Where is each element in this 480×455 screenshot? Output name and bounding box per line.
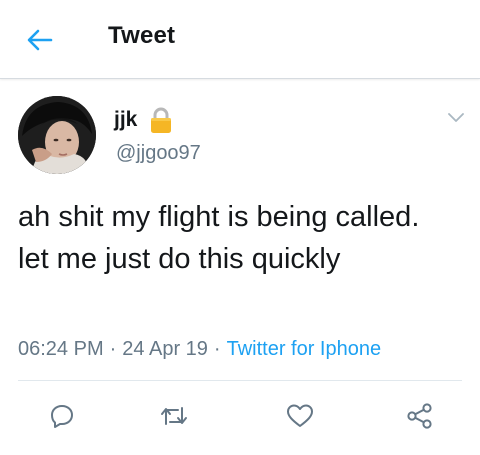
like-button[interactable] bbox=[280, 396, 320, 436]
user-handle[interactable]: @jjgoo97 bbox=[116, 142, 201, 165]
avatar[interactable] bbox=[18, 96, 96, 174]
lock-icon bbox=[151, 107, 171, 133]
chevron-down-icon bbox=[448, 113, 464, 122]
page-title: Tweet bbox=[108, 22, 176, 49]
heart-icon bbox=[287, 404, 313, 427]
tweet-text: ah shit my flight is being called. let m… bbox=[18, 201, 420, 275]
reply-button[interactable] bbox=[42, 396, 82, 436]
top-bar: Tweet bbox=[0, 0, 480, 79]
share-button[interactable] bbox=[400, 396, 440, 436]
retweet-icon bbox=[161, 407, 187, 425]
meta-separator: · bbox=[213, 338, 221, 360]
share-icon bbox=[407, 403, 432, 429]
avatar-image bbox=[18, 96, 96, 174]
meta-separator: · bbox=[109, 338, 117, 360]
tweet-options-button[interactable] bbox=[444, 108, 468, 128]
retweet-button[interactable] bbox=[154, 396, 194, 436]
tweet-date: 24 Apr 19 bbox=[122, 338, 208, 360]
tweet-screen: Tweet jjk @jjgoo97 ah shit my flight is … bbox=[0, 0, 480, 455]
arrow-left-icon bbox=[27, 29, 53, 51]
display-name[interactable]: jjk bbox=[114, 108, 137, 132]
tweet-source-link[interactable]: Twitter for Iphone bbox=[227, 338, 382, 360]
tweet-time: 06:24 PM bbox=[18, 338, 104, 360]
comment-icon bbox=[51, 405, 73, 428]
back-button[interactable] bbox=[22, 22, 58, 58]
divider bbox=[18, 380, 462, 381]
tweet-meta: 06:24 PM · 24 Apr 19 · Twitter for Iphone bbox=[18, 338, 381, 361]
